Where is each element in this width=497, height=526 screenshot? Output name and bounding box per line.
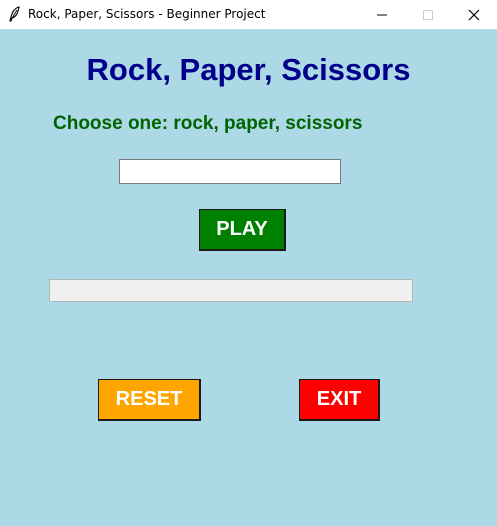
maximize-icon bbox=[423, 10, 433, 20]
play-button[interactable]: PLAY bbox=[199, 209, 286, 251]
minimize-icon bbox=[377, 14, 387, 16]
close-icon bbox=[468, 9, 480, 21]
close-button[interactable] bbox=[451, 0, 497, 29]
app-window: Rock, Paper, Scissors - Beginner Project… bbox=[0, 0, 497, 526]
window-title: Rock, Paper, Scissors - Beginner Project bbox=[28, 7, 266, 21]
maximize-button[interactable] bbox=[405, 0, 451, 29]
title-bar[interactable]: Rock, Paper, Scissors - Beginner Project bbox=[0, 0, 497, 29]
reset-button[interactable]: RESET bbox=[98, 379, 201, 421]
result-display bbox=[49, 279, 413, 302]
feather-icon bbox=[9, 6, 21, 22]
choice-input[interactable] bbox=[119, 159, 341, 184]
game-title: Rock, Paper, Scissors bbox=[86, 52, 411, 87]
minimize-button[interactable] bbox=[359, 0, 405, 29]
choice-instructions: Choose one: rock, paper, scissors bbox=[53, 113, 363, 134]
exit-button[interactable]: EXIT bbox=[299, 379, 380, 421]
